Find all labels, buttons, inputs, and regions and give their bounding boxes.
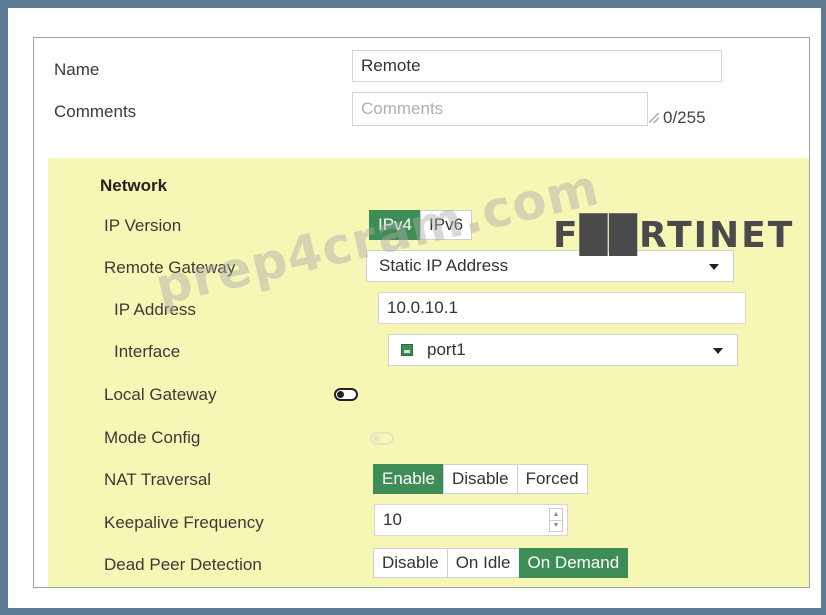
comments-textarea[interactable]: Comments bbox=[352, 92, 648, 126]
ip-address-value: 10.0.10.1 bbox=[387, 298, 458, 317]
chevron-down-icon bbox=[713, 348, 723, 354]
nat-traversal-label: NAT Traversal bbox=[104, 470, 212, 489]
local-gateway-label: Local Gateway bbox=[104, 385, 217, 404]
dpd-disable-option[interactable]: Disable bbox=[373, 548, 448, 578]
name-label: Name bbox=[54, 60, 100, 79]
network-section-title: Network bbox=[100, 176, 168, 195]
name-value: Remote bbox=[361, 56, 421, 75]
dpd-on-idle-option[interactable]: On Idle bbox=[446, 548, 520, 578]
ip-address-label: IP Address bbox=[114, 300, 196, 319]
mode-config-toggle[interactable] bbox=[370, 432, 394, 445]
ipv6-option[interactable]: IPv6 bbox=[420, 210, 473, 240]
dpd-on-demand-option[interactable]: On Demand bbox=[518, 548, 629, 578]
comments-counter-text: 0/255 bbox=[663, 108, 706, 127]
nat-traversal-toggle: Enable Disable Forced bbox=[373, 464, 588, 494]
dead-peer-detection-label: Dead Peer Detection bbox=[104, 555, 262, 574]
comments-label: Comments bbox=[54, 102, 137, 121]
interface-label: Interface bbox=[114, 342, 181, 361]
mode-config-label: Mode Config bbox=[104, 428, 201, 447]
ipsec-tunnel-form: Name Remote Comments Comments 0/255 Netw… bbox=[33, 37, 810, 588]
interface-value: port1 bbox=[427, 340, 466, 359]
nat-enable-option[interactable]: Enable bbox=[373, 464, 444, 494]
ip-address-input[interactable]: 10.0.10.1 bbox=[378, 292, 746, 324]
fortinet-logo: F██RTINET bbox=[553, 215, 795, 256]
local-gateway-toggle[interactable] bbox=[334, 388, 358, 401]
resize-handle-icon[interactable] bbox=[649, 113, 659, 123]
keepalive-frequency-label: Keepalive Frequency bbox=[104, 513, 264, 532]
interface-select[interactable]: port1 bbox=[388, 334, 738, 366]
ipv4-option[interactable]: IPv4 bbox=[369, 210, 422, 240]
remote-gateway-value: Static IP Address bbox=[379, 256, 509, 275]
name-input[interactable]: Remote bbox=[352, 50, 722, 82]
nat-forced-option[interactable]: Forced bbox=[516, 464, 588, 494]
chevron-down-icon bbox=[709, 264, 719, 270]
nat-disable-option[interactable]: Disable bbox=[442, 464, 518, 494]
keepalive-frequency-value: 10 bbox=[383, 510, 402, 529]
dead-peer-detection-toggle: Disable On Idle On Demand bbox=[373, 548, 629, 578]
port-icon bbox=[401, 344, 413, 356]
ip-version-label: IP Version bbox=[104, 216, 182, 235]
remote-gateway-label: Remote Gateway bbox=[104, 258, 236, 277]
stepper-icon[interactable]: ▲ ▼ bbox=[549, 508, 563, 532]
ip-version-toggle: IPv4 IPv6 bbox=[369, 210, 473, 240]
comments-counter: 0/255 bbox=[649, 108, 706, 128]
comments-placeholder: Comments bbox=[361, 99, 444, 118]
keepalive-frequency-input[interactable]: 10 ▲ ▼ bbox=[374, 504, 568, 536]
